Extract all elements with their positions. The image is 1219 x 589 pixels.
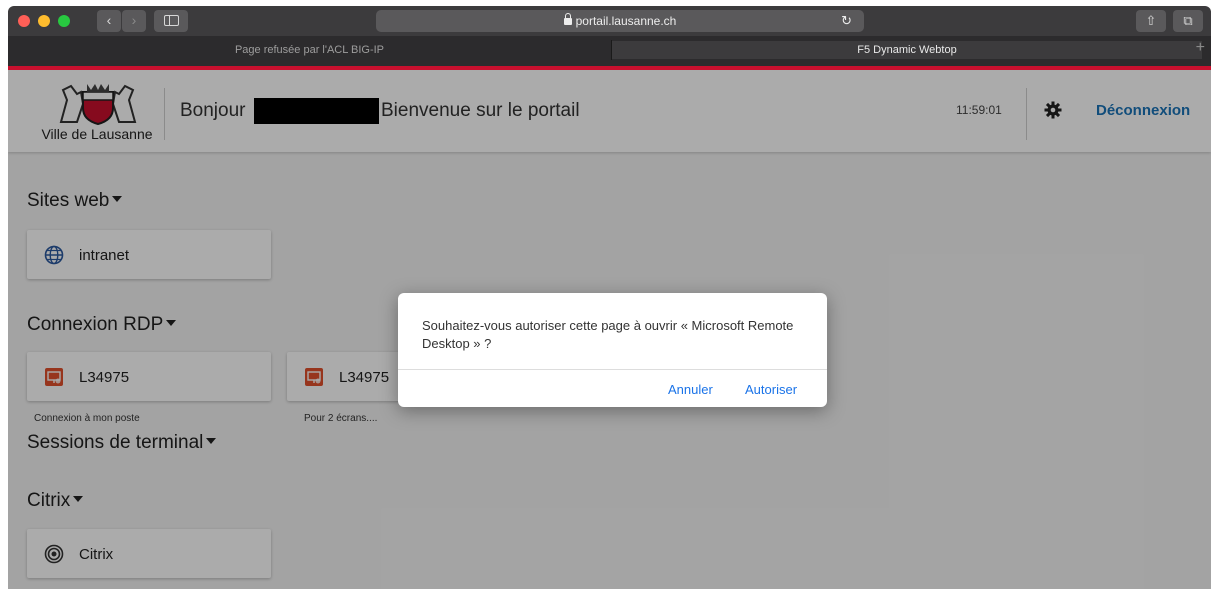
fullscreen-window-button[interactable] xyxy=(58,15,70,27)
open-app-dialog: Souhaitez-vous autoriser cette page à ou… xyxy=(398,293,827,407)
address-url: portail.lausanne.ch xyxy=(575,14,677,28)
share-button[interactable]: ⇧ xyxy=(1136,10,1166,32)
tabs-overview-icon: ⧉ xyxy=(1183,13,1193,28)
portal-page: Ville de Lausanne Bonjour Bienvenue sur … xyxy=(8,70,1211,589)
forward-button[interactable]: › xyxy=(122,10,146,32)
address-bar[interactable]: portail.lausanne.ch ↻ xyxy=(376,10,864,32)
allow-button[interactable]: Autoriser xyxy=(745,382,797,397)
tab-bar: Page refusée par l'ACL BIG-IP F5 Dynamic… xyxy=(8,36,1211,66)
new-tab-button[interactable]: + xyxy=(1196,39,1205,57)
cancel-button[interactable]: Annuler xyxy=(668,382,713,397)
show-tabs-button[interactable]: ⧉ xyxy=(1173,10,1203,32)
reload-icon[interactable]: ↻ xyxy=(841,10,852,32)
browser-titlebar: ‹ › portail.lausanne.ch ↻ ⇧ ⧉ xyxy=(8,6,1211,36)
tab-dynamic-webtop[interactable]: F5 Dynamic Webtop xyxy=(612,41,1202,59)
minimize-window-button[interactable] xyxy=(38,15,50,27)
tab-acl-denied[interactable]: Page refusée par l'ACL BIG-IP xyxy=(8,41,611,59)
back-button[interactable]: ‹ xyxy=(97,10,121,32)
chevron-left-icon: ‹ xyxy=(106,12,112,28)
chevron-right-icon: › xyxy=(131,12,137,28)
lock-icon xyxy=(563,13,572,25)
sidebar-icon xyxy=(163,15,179,26)
sidebar-toggle-button[interactable] xyxy=(154,10,188,32)
share-icon: ⇧ xyxy=(1145,13,1157,28)
dialog-message: Souhaitez-vous autoriser cette page à ou… xyxy=(422,318,794,351)
close-window-button[interactable] xyxy=(18,15,30,27)
dialog-divider xyxy=(398,369,827,370)
